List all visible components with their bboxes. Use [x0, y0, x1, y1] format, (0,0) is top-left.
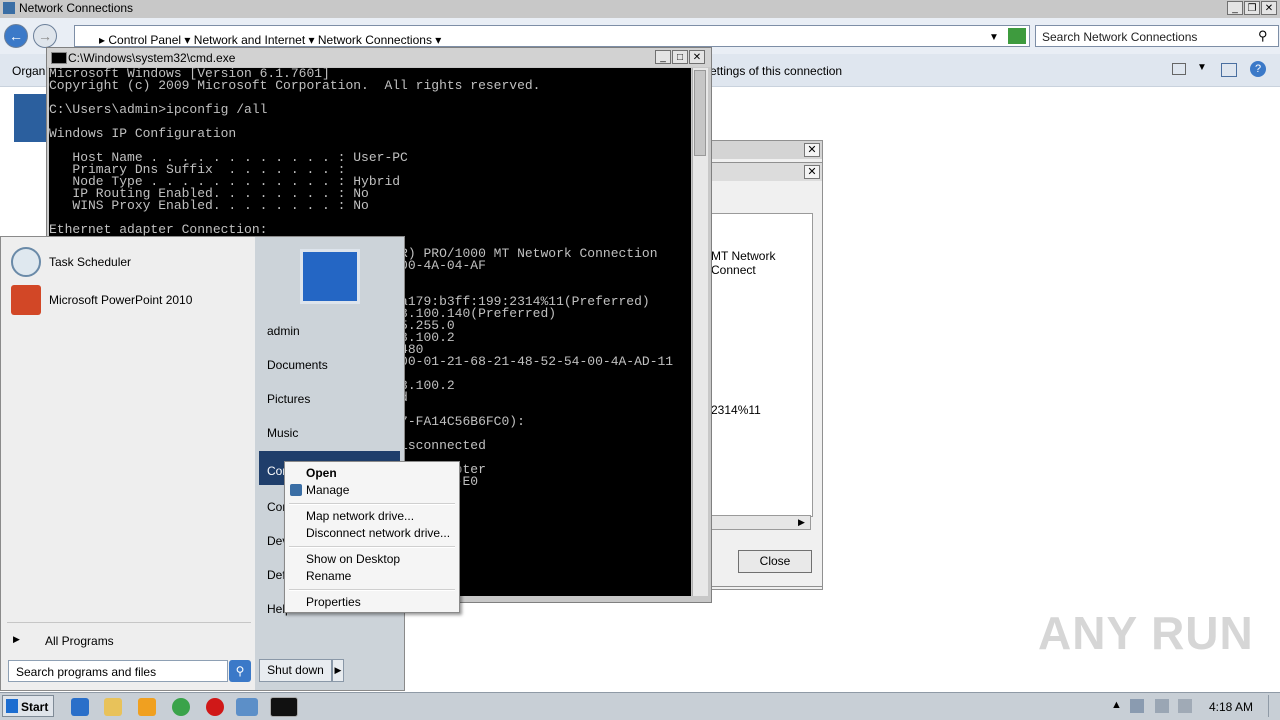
chrome-icon[interactable] [172, 698, 190, 716]
place-music[interactable]: Music [267, 426, 298, 440]
minimize-button[interactable]: _ [655, 50, 671, 64]
folder-icon[interactable] [104, 698, 122, 716]
close-button[interactable]: ✕ [689, 50, 705, 64]
menu-map-network-drive[interactable]: Map network drive... [306, 509, 414, 523]
start-label: Start [21, 700, 49, 714]
close-icon[interactable]: ✕ [804, 165, 820, 179]
clock[interactable]: 4:18 AM [1209, 700, 1253, 714]
search-placeholder: Search Network Connections [1042, 30, 1198, 44]
organize-menu[interactable]: Organi [12, 64, 48, 78]
connection-details-dialog: ✕ MT Network Connect 2314%11 ▶ Close [705, 162, 823, 587]
menu-separator [289, 503, 455, 505]
network-connections-taskbar-icon[interactable] [236, 698, 258, 716]
details-value: MT Network Connect [711, 249, 776, 277]
internet-explorer-icon[interactable] [71, 698, 89, 716]
breadcrumb-sep: ▾ [184, 33, 194, 47]
program-task-scheduler[interactable]: Task Scheduler [49, 255, 131, 269]
watermark-logo: ANY RUN [1038, 607, 1254, 659]
cmd-line: Ethernet adapter Connection: [49, 222, 268, 237]
cmd-title: C:\Windows\system32\cmd.exe [68, 51, 236, 65]
details-value: 2314%11 [711, 403, 761, 417]
breadcrumb: ▸ Control Panel ▾ Network and Internet ▾… [99, 30, 442, 47]
view-options-icon[interactable] [1172, 63, 1186, 75]
taskbar: Start ▲ 4:18 AM [0, 692, 1280, 720]
windows-logo-icon [6, 699, 18, 713]
search-icon[interactable]: ⚲ [229, 660, 251, 682]
close-button[interactable]: Close [738, 550, 812, 573]
close-icon[interactable]: ✕ [804, 143, 820, 157]
show-hidden-icons[interactable]: ▲ [1111, 699, 1122, 711]
maximize-button[interactable]: ❐ [1244, 1, 1260, 15]
menu-separator [289, 546, 455, 548]
cmd-line: C:\Users\admin>ipconfig /all [49, 102, 268, 117]
program-powerpoint[interactable]: Microsoft PowerPoint 2010 [49, 293, 192, 307]
cmd-line: Copyright (c) 2009 Microsoft Corporation… [49, 78, 541, 93]
change-settings-link[interactable]: ettings of this connection [710, 64, 842, 78]
vertical-scrollbar[interactable] [692, 68, 708, 596]
connection-icon[interactable] [14, 94, 46, 142]
menu-rename[interactable]: Rename [306, 569, 351, 583]
scroll-right-icon[interactable]: ▶ [794, 515, 809, 530]
search-input[interactable]: Search Network Connections ⚲ [1035, 25, 1279, 47]
maximize-button[interactable]: □ [672, 50, 688, 64]
opera-icon[interactable] [206, 698, 224, 716]
window-title: Network Connections [19, 1, 134, 15]
back-button[interactable]: ← [4, 24, 28, 48]
breadcrumb-control-panel[interactable]: Control Panel [108, 33, 181, 47]
powerpoint-icon [11, 285, 41, 315]
cmd-icon [51, 52, 67, 64]
show-desktop-button[interactable] [1268, 695, 1279, 717]
clock-icon [11, 247, 41, 277]
refresh-icon[interactable] [1008, 28, 1026, 44]
minimize-button[interactable]: _ [1227, 1, 1243, 15]
menu-open[interactable]: Open [306, 466, 337, 480]
divider [7, 622, 251, 623]
menu-separator [289, 589, 455, 591]
forward-button[interactable]: → [33, 24, 57, 48]
menu-properties[interactable]: Properties [306, 595, 361, 609]
menu-disconnect-network-drive[interactable]: Disconnect network drive... [306, 526, 450, 540]
cmd-line: WINS Proxy Enabled. . . . . . . . : No [49, 198, 369, 213]
media-player-icon[interactable] [138, 698, 156, 716]
address-bar[interactable]: ▸ Control Panel ▾ Network and Internet ▾… [74, 25, 1030, 47]
volume-icon[interactable] [1155, 699, 1169, 713]
breadcrumb-sep: ▾ [435, 33, 442, 47]
place-documents[interactable]: Documents [267, 358, 328, 372]
action-center-icon[interactable] [1130, 699, 1144, 713]
shield-icon [290, 484, 302, 496]
cmd-taskbar-icon[interactable] [270, 697, 298, 717]
computer-icon [300, 249, 360, 304]
cmd-titlebar[interactable]: C:\Windows\system32\cmd.exe _ □ ✕ [47, 48, 711, 67]
place-pictures[interactable]: Pictures [267, 392, 310, 406]
shutdown-button[interactable]: Shut down [259, 659, 332, 682]
start-search-placeholder: Search programs and files [16, 665, 157, 679]
shutdown-options-button[interactable]: ▶ [332, 659, 344, 682]
arrow-right-icon: ▶ [13, 634, 20, 644]
cmd-line: Windows IP Configuration [49, 126, 237, 141]
start-button[interactable]: Start [2, 695, 54, 717]
breadcrumb-sep: ▾ [308, 33, 318, 47]
place-admin[interactable]: admin [267, 324, 300, 338]
search-icon[interactable]: ⚲ [1258, 28, 1268, 44]
chevron-down-icon[interactable]: ▼ [1197, 62, 1207, 73]
menu-manage[interactable]: Manage [306, 483, 349, 497]
breadcrumb-network-connections[interactable]: Network Connections [318, 33, 432, 47]
chevron-down-icon[interactable]: ▼ [989, 32, 999, 43]
network-icon [3, 2, 15, 14]
help-icon[interactable]: ? [1250, 61, 1266, 77]
preview-pane-icon[interactable] [1221, 63, 1237, 77]
start-menu-programs: Task Scheduler Microsoft PowerPoint 2010… [1, 237, 255, 690]
flag-icon[interactable] [1178, 699, 1192, 713]
menu-show-on-desktop[interactable]: Show on Desktop [306, 552, 400, 566]
start-search-input[interactable]: Search programs and files [8, 660, 228, 682]
explorer-titlebar[interactable]: Network Connections _ ❐ ✕ [0, 0, 1280, 19]
close-button[interactable]: ✕ [1261, 1, 1277, 15]
place-default-programs[interactable]: Def [267, 568, 286, 582]
breadcrumb-sep: ▸ [99, 33, 109, 47]
context-menu: Open Manage Map network drive... Disconn… [284, 461, 460, 613]
scroll-thumb[interactable] [694, 70, 706, 156]
breadcrumb-network-internet[interactable]: Network and Internet [194, 33, 305, 47]
all-programs[interactable]: All Programs [45, 634, 114, 648]
